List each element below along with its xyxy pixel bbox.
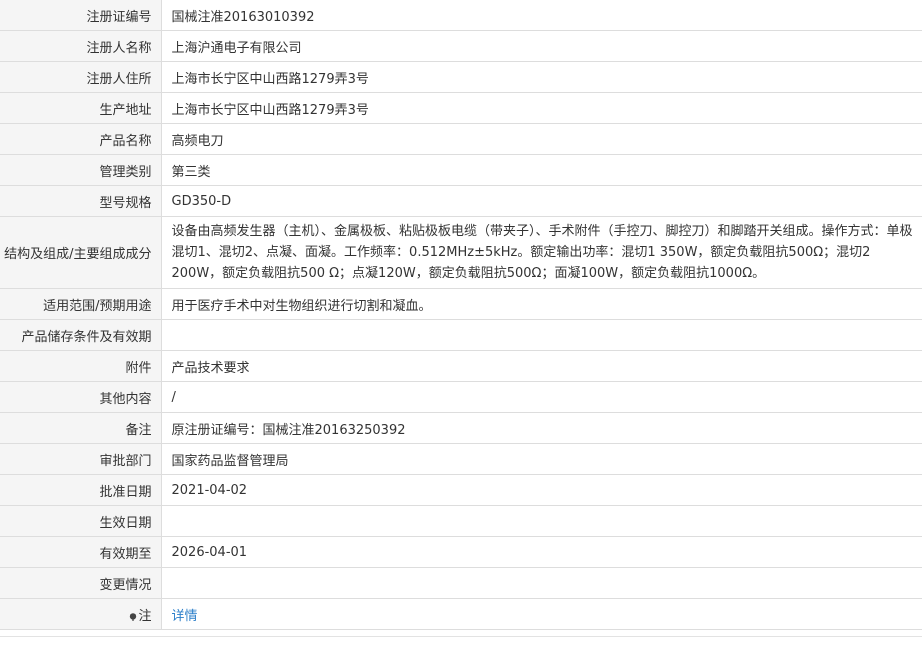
row-value: [161, 567, 922, 599]
table-row-other-content: 其他内容 /: [0, 381, 922, 413]
row-value: 产品技术要求: [161, 350, 922, 382]
row-label: 注册人住所: [0, 61, 162, 93]
row-label: 生产地址: [0, 92, 162, 124]
row-value: 上海市长宁区中山西路1279弄3号: [161, 61, 922, 93]
table-row-intended-use: 适用范围/预期用途 用于医疗手术中对生物组织进行切割和凝血。: [0, 288, 922, 320]
table-row-effective-date: 生效日期: [0, 505, 922, 537]
row-value: [161, 319, 922, 351]
row-value: 第三类: [161, 154, 922, 186]
bottom-divider: [0, 636, 922, 637]
row-label: 产品名称: [0, 123, 162, 155]
table-row-product-name: 产品名称 高频电刀: [0, 123, 922, 155]
note-label: 注: [138, 608, 152, 624]
row-value: 用于医疗手术中对生物组织进行切割和凝血。: [161, 288, 922, 320]
row-label: 注册证编号: [0, 0, 162, 31]
table-row-attachments: 附件 产品技术要求: [0, 350, 922, 382]
row-label-note: 注: [0, 598, 162, 630]
row-value: 原注册证编号：国械注准20163250392: [161, 412, 922, 444]
row-label: 审批部门: [0, 443, 162, 475]
row-label: 型号规格: [0, 185, 162, 217]
table-row-registrant-address: 注册人住所 上海市长宁区中山西路1279弄3号: [0, 61, 922, 93]
row-label: 批准日期: [0, 474, 162, 506]
table-row-approval-date: 批准日期 2021-04-02: [0, 474, 922, 506]
row-label: 变更情况: [0, 567, 162, 599]
table-row-production-address: 生产地址 上海市长宁区中山西路1279弄3号: [0, 92, 922, 124]
table-row-valid-until: 有效期至 2026-04-01: [0, 536, 922, 568]
row-value: 国械注准20163010392: [161, 0, 922, 31]
row-value: 上海市长宁区中山西路1279弄3号: [161, 92, 922, 124]
details-link[interactable]: 详情: [172, 609, 198, 624]
row-value: 2021-04-02: [161, 474, 922, 506]
row-value: 上海沪通电子有限公司: [161, 30, 922, 62]
table-row-storage-conditions: 产品储存条件及有效期: [0, 319, 922, 351]
row-value: 国家药品监督管理局: [161, 443, 922, 475]
row-label: 其他内容: [0, 381, 162, 413]
pin-icon: [129, 610, 137, 621]
row-value: 详情: [161, 598, 922, 630]
row-label: 结构及组成/主要组成成分: [0, 216, 162, 289]
table-row-registrant-name: 注册人名称 上海沪通电子有限公司: [0, 30, 922, 62]
row-value: 2026-04-01: [161, 536, 922, 568]
row-value: 设备由高频发生器（主机）、金属极板、粘贴极板电缆（带夹子）、手术附件（手控刀、脚…: [161, 216, 922, 289]
row-value: 高频电刀: [161, 123, 922, 155]
table-row-management-class: 管理类别 第三类: [0, 154, 922, 186]
row-label: 适用范围/预期用途: [0, 288, 162, 320]
row-label: 管理类别: [0, 154, 162, 186]
registration-detail-table: 注册证编号 国械注准20163010392 注册人名称 上海沪通电子有限公司 注…: [0, 0, 922, 630]
row-label: 产品储存条件及有效期: [0, 319, 162, 351]
row-label: 生效日期: [0, 505, 162, 537]
row-value: [161, 505, 922, 537]
table-row-approval-dept: 审批部门 国家药品监督管理局: [0, 443, 922, 475]
table-row-structure-composition: 结构及组成/主要组成成分 设备由高频发生器（主机）、金属极板、粘贴极板电缆（带夹…: [0, 216, 922, 289]
table-row-reg-number: 注册证编号 国械注准20163010392: [0, 0, 922, 31]
row-label: 附件: [0, 350, 162, 382]
row-value: GD350-D: [161, 185, 922, 217]
row-label: 备注: [0, 412, 162, 444]
table-row-note: 注 详情: [0, 598, 922, 630]
table-row-model-spec: 型号规格 GD350-D: [0, 185, 922, 217]
row-label: 注册人名称: [0, 30, 162, 62]
row-value: /: [161, 381, 922, 413]
row-label: 有效期至: [0, 536, 162, 568]
table-row-change-status: 变更情况: [0, 567, 922, 599]
table-row-remarks: 备注 原注册证编号：国械注准20163250392: [0, 412, 922, 444]
